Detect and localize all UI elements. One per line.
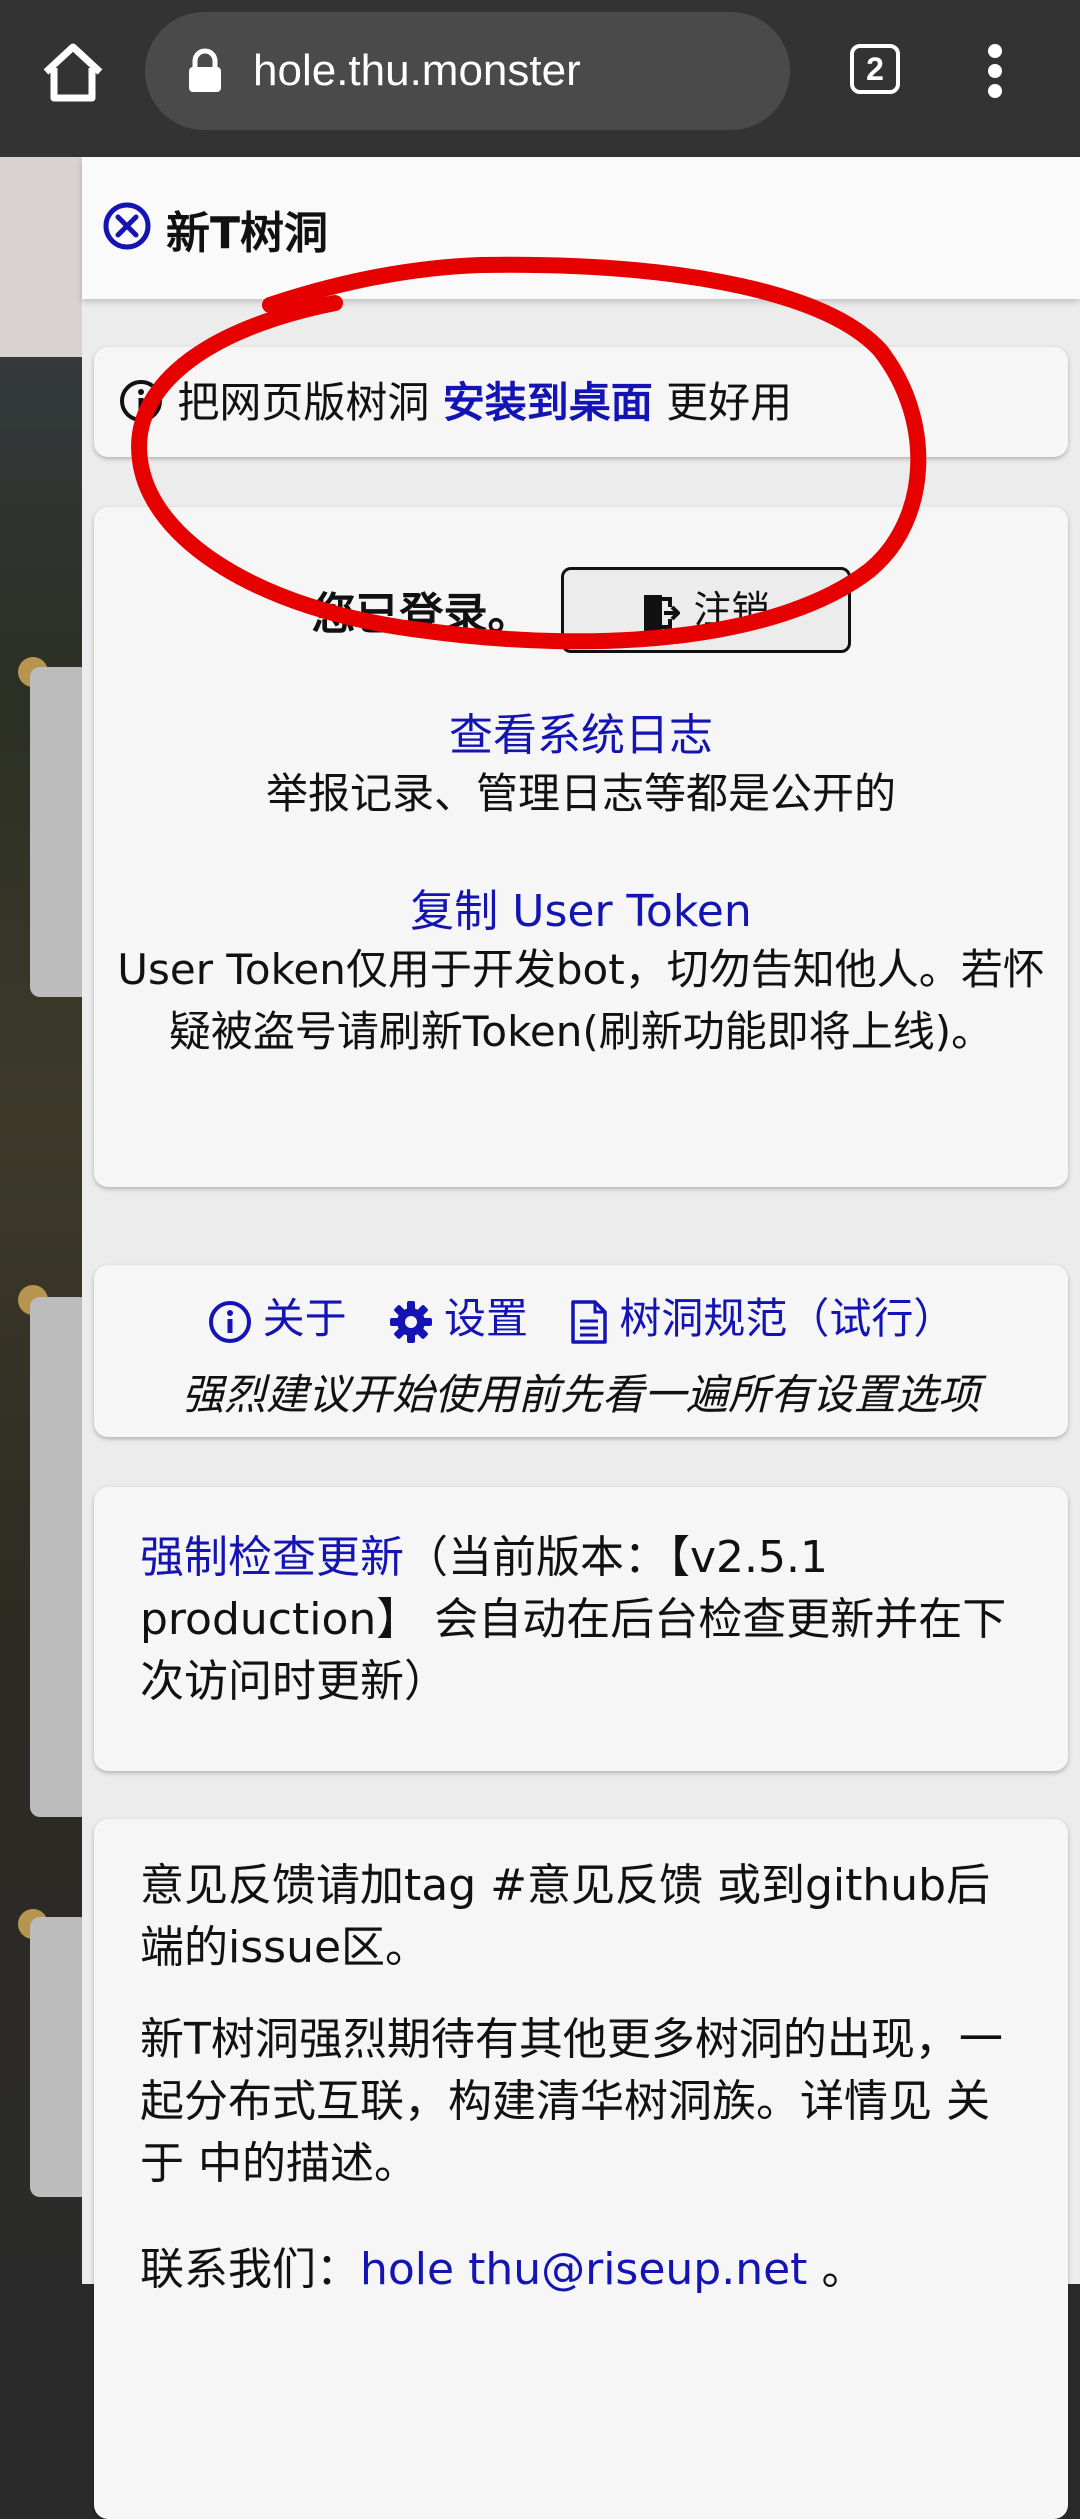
url-bar[interactable]: hole.thu.monster — [145, 12, 790, 130]
logout-label: 注销 — [693, 588, 770, 632]
install-suffix: 更好用 — [666, 378, 793, 427]
feedback-card: 意见反馈请加tag #意见反馈 或到github后端的issue区。 新T树洞强… — [94, 1819, 1068, 2519]
settings-label: 设置 — [443, 1294, 528, 1343]
tab-switcher-button[interactable]: 2 — [850, 44, 900, 94]
panel-header: 新T树洞 — [82, 157, 1080, 299]
about-link[interactable]: 关于 — [207, 1285, 347, 1346]
community-text: 新T树洞强烈期待有其他更多树洞的出现，一起分布式互联，构建清华树洞族。详情见 关… — [140, 2014, 1003, 2189]
install-to-desktop-link[interactable]: 安装到桌面 — [443, 378, 653, 427]
contact-suffix: 。 — [821, 2244, 866, 2295]
background-card — [30, 1917, 90, 2197]
info-icon — [208, 1300, 251, 1343]
system-log-link[interactable]: 查看系统日志 — [114, 699, 1048, 763]
rules-link[interactable]: 树洞规范（试行） — [569, 1285, 955, 1346]
about-card: 关于 设置 树洞规范（试行） 强烈建议开始使用前先看一遍所有设置选项 — [94, 1265, 1068, 1437]
lock-icon — [187, 48, 223, 92]
side-panel: 新T树洞 把网页版树洞 安装到桌面 更好用 您已登录。 注销 查看系统日志 举报… — [82, 157, 1080, 2519]
url-text: hole.thu.monster — [253, 46, 581, 95]
install-prefix: 把网页版树洞 — [177, 378, 430, 427]
force-update-link[interactable]: 强制检查更新 — [140, 1532, 404, 1583]
gear-icon — [389, 1300, 432, 1343]
contact-label: 联系我们： — [140, 2244, 360, 2295]
feedback-text: 意见反馈请加tag #意见反馈 或到github后端的issue区。 — [140, 1860, 991, 1973]
browser-toolbar: hole.thu.monster 2 — [0, 0, 1080, 157]
settings-advice: 强烈建议开始使用前先看一遍所有设置选项 — [181, 1370, 980, 1419]
document-icon — [571, 1299, 608, 1344]
background-card — [30, 667, 90, 997]
settings-link[interactable]: 设置 — [388, 1285, 528, 1346]
system-log-desc: 举报记录、管理日志等都是公开的 — [265, 769, 896, 818]
contact-email-link[interactable]: hole thu@riseup.net — [360, 2244, 807, 2295]
panel-title: 新T树洞 — [166, 208, 329, 259]
token-desc: User Token仅用于开发bot，切勿告知他人。若怀疑被盗号请刷新Token… — [117, 945, 1045, 1056]
overflow-menu-icon[interactable] — [980, 40, 1010, 104]
close-icon[interactable] — [102, 201, 152, 251]
version-card: 强制检查更新（当前版本：【v2.5.1 production】 会自动在后台检查… — [94, 1487, 1068, 1771]
copy-token-link[interactable]: 复制 User Token — [114, 875, 1048, 939]
logout-icon — [643, 594, 681, 631]
about-label: 关于 — [262, 1294, 347, 1343]
login-card: 您已登录。 注销 查看系统日志 举报记录、管理日志等都是公开的 复制 User … — [94, 507, 1068, 1187]
logout-button[interactable]: 注销 — [560, 567, 851, 653]
install-card: 把网页版树洞 安装到桌面 更好用 — [94, 347, 1068, 457]
info-icon — [118, 378, 164, 434]
rules-label: 树洞规范（试行） — [619, 1294, 956, 1343]
home-icon[interactable] — [38, 38, 108, 108]
login-status: 您已登录。 — [311, 589, 532, 640]
background-card — [30, 1297, 90, 1817]
